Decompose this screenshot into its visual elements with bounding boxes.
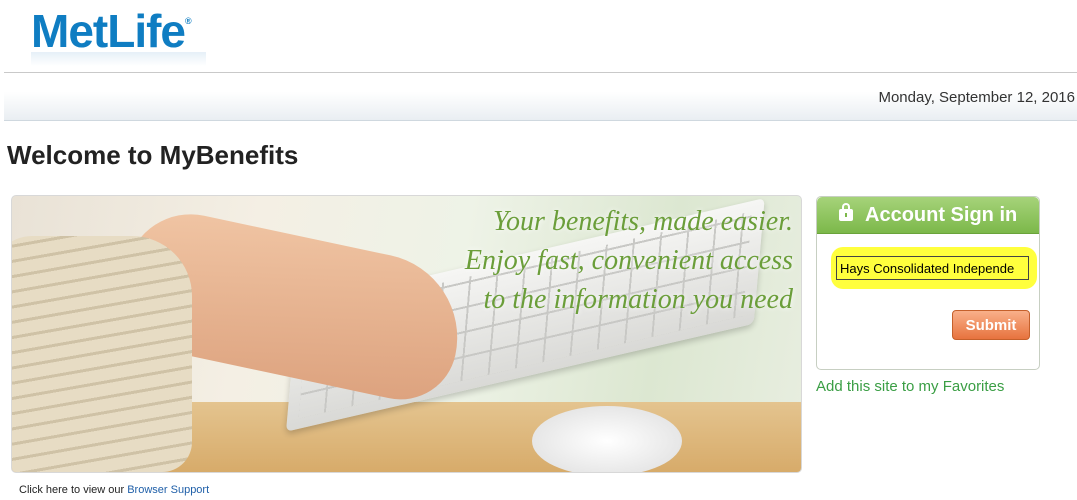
- account-signin-panel: Account Sign in Submit: [816, 196, 1040, 370]
- signin-header: Account Sign in: [817, 197, 1039, 234]
- logo-registered-mark: ®: [185, 16, 192, 26]
- hero-banner-image: Your benefits, made easier. Enjoy fast, …: [11, 195, 802, 473]
- footer-browser-support: Click here to view our Browser Support: [19, 484, 209, 496]
- submit-button[interactable]: Submit: [952, 310, 1030, 340]
- lock-icon: [839, 202, 853, 221]
- signin-heading: Account Sign in: [865, 204, 1018, 226]
- date-bar: Monday, September 12, 2016: [4, 73, 1077, 121]
- sweater-sleeve-image: [12, 236, 192, 472]
- mouse-image: [532, 406, 682, 472]
- logo-text: MetLife: [31, 5, 186, 57]
- page-title: Welcome to MyBenefits: [7, 140, 299, 170]
- logo-reflection: [31, 52, 206, 66]
- tagline-line-2: Enjoy fast, convenient access: [464, 245, 793, 276]
- hero-tagline: Your benefits, made easier. Enjoy fast, …: [465, 202, 793, 319]
- tagline-line-1: Your benefits, made easier.: [493, 206, 793, 237]
- metlife-logo[interactable]: MetLife®: [31, 4, 192, 58]
- add-to-favorites-link[interactable]: Add this site to my Favorites: [816, 378, 1004, 395]
- company-name-input[interactable]: [836, 256, 1029, 280]
- footer-text: Click here to view our: [19, 484, 128, 496]
- browser-support-link[interactable]: Browser Support: [127, 484, 209, 496]
- tagline-line-3: to the information you need: [483, 284, 793, 315]
- current-date: Monday, September 12, 2016: [878, 89, 1075, 106]
